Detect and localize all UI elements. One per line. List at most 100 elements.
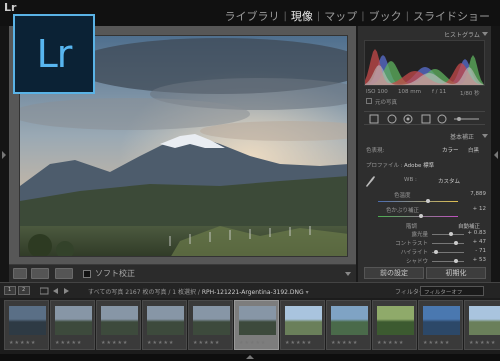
iso-value: ISO 100 <box>366 89 388 95</box>
temp-slider-handle[interactable] <box>425 199 430 203</box>
thumbnail-image <box>423 306 460 335</box>
page-1-button[interactable]: 1 <box>4 286 16 295</box>
rating-stars[interactable]: ★★★★★ <box>423 340 450 346</box>
original-photo-checkbox[interactable] <box>366 98 372 104</box>
tone-slider-handle[interactable] <box>448 232 453 236</box>
rating-stars[interactable]: ★★★★★ <box>469 340 496 346</box>
filmstrip-thumb[interactable]: ★★★★★ <box>418 300 463 350</box>
soft-proof-label: ソフト校正 <box>95 269 135 278</box>
forward-arrow-icon[interactable] <box>64 288 69 294</box>
aperture-value: f / 11 <box>432 89 447 95</box>
tone-slider-label: 露光量 <box>411 232 428 238</box>
view-toolbar: ソフト校正 <box>9 264 356 282</box>
thumbnail-image <box>101 306 138 335</box>
module-tab[interactable]: ライブラリ <box>221 8 284 24</box>
filmstrip-thumb[interactable]: ★★★★★ <box>142 300 187 350</box>
app-mark: Lr <box>4 1 17 14</box>
dropdown-arrow-icon: ▾ <box>305 289 309 296</box>
rating-stars[interactable]: ★★★★★ <box>377 340 404 346</box>
thumbnail-image <box>285 306 322 335</box>
spot-removal-icon[interactable] <box>387 114 397 124</box>
temp-label: 色温度 <box>394 193 411 199</box>
module-tab[interactable]: マップ <box>320 8 361 24</box>
module-tab[interactable]: 現像 <box>287 8 317 24</box>
filmstrip-thumb[interactable]: ★★★★★ <box>372 300 417 350</box>
filmstrip-thumb[interactable]: ★★★★★ <box>464 300 500 350</box>
rating-stars[interactable]: ★★★★★ <box>9 340 36 346</box>
profile-dropdown[interactable]: Adobe 標準 <box>404 161 434 169</box>
compare-button[interactable] <box>55 268 73 279</box>
page-2-button[interactable]: 2 <box>18 286 30 295</box>
graduated-filter-icon[interactable] <box>421 114 431 124</box>
histogram-title: ヒストグラム <box>444 32 480 39</box>
tone-slider-value[interactable]: - 71 <box>464 248 486 254</box>
filmstrip-thumb-selected[interactable]: ★★★★★ <box>234 300 279 350</box>
filmstrip-thumb[interactable]: ★★★★★ <box>4 300 49 350</box>
filmstrip-thumb[interactable]: ★★★★★ <box>96 300 141 350</box>
tone-slider-value[interactable]: + 47 <box>464 239 486 245</box>
soft-proof-checkbox[interactable] <box>83 270 91 278</box>
wb-label: WB : <box>404 177 417 183</box>
loupe-view-button[interactable] <box>13 268 27 279</box>
left-panel-collapsed[interactable] <box>0 26 9 282</box>
wb-dropdown[interactable]: カスタム <box>438 177 460 185</box>
radial-filter-icon[interactable] <box>437 114 447 124</box>
filmstrip-source-path[interactable]: すべての写真 2167 枚の写真 / 1 枚選択 / RPH-121221-Ar… <box>88 287 309 296</box>
collapse-basic-icon[interactable] <box>482 134 488 138</box>
right-panel-edge[interactable] <box>491 26 500 282</box>
tint-slider[interactable] <box>378 216 458 217</box>
temp-value[interactable]: 7,889 <box>462 191 486 197</box>
before-after-button[interactable] <box>31 268 49 279</box>
reset-button[interactable]: 初期化 <box>426 267 486 279</box>
expand-filmstrip-icon[interactable] <box>246 355 254 359</box>
rating-stars[interactable]: ★★★★★ <box>193 340 220 346</box>
tone-slider-handle[interactable] <box>434 250 439 254</box>
lightroom-logo: Lr <box>13 14 95 94</box>
grid-icon[interactable] <box>40 287 49 295</box>
tone-slider-handle[interactable] <box>453 241 458 245</box>
tone-slider-track[interactable] <box>432 261 464 262</box>
auto-tone-button[interactable]: 自動補正 <box>458 222 480 230</box>
tone-slider-track[interactable] <box>432 234 464 235</box>
previous-settings-button[interactable]: 前の設定 <box>364 267 424 279</box>
develop-panel: ヒストグラム ISO 100 108 mm f / 11 1/80 秒 元の写真… <box>358 26 491 282</box>
logo-text: Lr <box>36 32 73 76</box>
expand-left-icon <box>2 151 6 159</box>
rating-stars[interactable]: ★★★★★ <box>147 340 174 346</box>
back-arrow-icon[interactable] <box>53 288 58 294</box>
filmstrip: ★★★★★ ★★★★★ ★★★★★ ★★★★★ ★★★★★ ★★★★★ ★★★★★ ★★★★★… <box>0 298 500 354</box>
shutter-value: 1/80 秒 <box>460 91 480 97</box>
filmstrip-thumb[interactable]: ★★★★★ <box>280 300 325 350</box>
tool-strip <box>364 111 485 125</box>
treatment-bw-option[interactable]: 白黒 <box>468 146 479 154</box>
temp-slider[interactable] <box>378 201 458 202</box>
photo-count: 2167 枚の写真 / 1 枚選択 / <box>125 289 200 296</box>
filmstrip-thumb[interactable]: ★★★★★ <box>188 300 233 350</box>
treatment-label: 色表現: <box>366 148 385 154</box>
eyedropper-icon[interactable] <box>366 176 375 187</box>
tint-value[interactable]: + 12 <box>462 206 486 212</box>
tone-slider-label: ハイライト <box>400 250 428 256</box>
module-tab[interactable]: スライドショー <box>409 8 494 24</box>
module-tab[interactable]: ブック <box>365 8 406 24</box>
tint-slider-handle[interactable] <box>419 214 424 218</box>
filter-dropdown[interactable]: フィルターオフ <box>420 286 484 296</box>
tone-slider-value[interactable]: + 0.83 <box>464 230 486 236</box>
original-photo-label: 元の写真 <box>375 100 398 106</box>
tint-label: 色かぶり補正 <box>386 208 420 214</box>
toolbar-menu-icon[interactable] <box>345 272 351 276</box>
rating-stars[interactable]: ★★★★★ <box>55 340 82 346</box>
collapse-histogram-icon[interactable] <box>482 32 488 36</box>
rating-stars[interactable]: ★★★★★ <box>285 340 312 346</box>
rating-stars[interactable]: ★★★★★ <box>331 340 358 346</box>
tone-slider-value[interactable]: + 53 <box>464 257 486 263</box>
treatment-color-option[interactable]: カラー <box>442 146 459 154</box>
thumbnail-image <box>377 306 414 335</box>
rating-stars[interactable]: ★★★★★ <box>239 340 266 346</box>
filmstrip-thumb[interactable]: ★★★★★ <box>50 300 95 350</box>
tone-slider-track[interactable] <box>432 243 464 244</box>
tone-slider-handle[interactable] <box>454 259 459 263</box>
crop-tool-icon[interactable] <box>369 114 379 124</box>
rating-stars[interactable]: ★★★★★ <box>101 340 128 346</box>
filmstrip-thumb[interactable]: ★★★★★ <box>326 300 371 350</box>
